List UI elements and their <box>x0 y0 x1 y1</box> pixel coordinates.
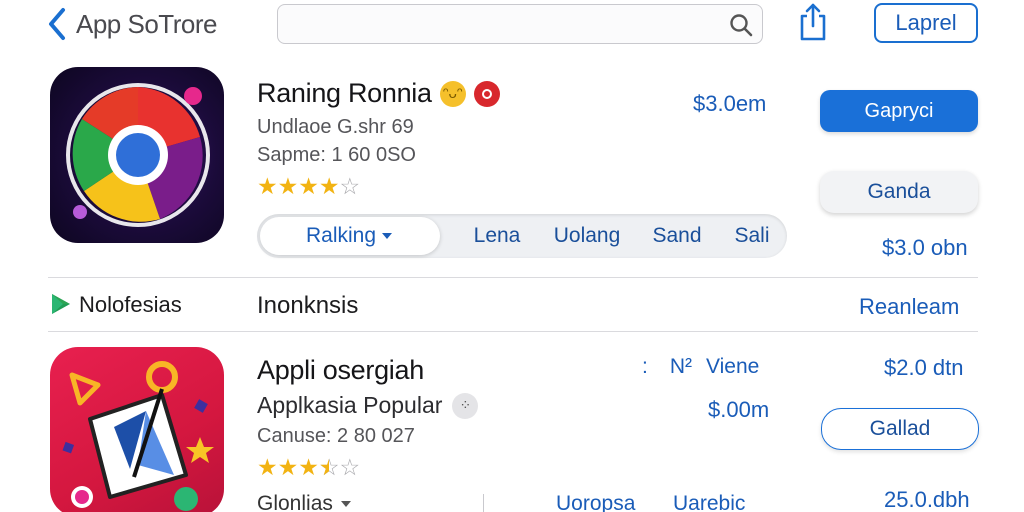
star-icon: ★ <box>257 454 278 480</box>
back-label: App SoTrore <box>76 8 217 39</box>
star-icon: ★ <box>298 173 319 199</box>
section-link[interactable]: Reanleam <box>859 294 959 320</box>
chrome-like-logo-icon <box>66 83 210 227</box>
bottom-item-1[interactable]: Uoropsa <box>556 492 635 512</box>
app2-price: $2.0 dtn <box>884 355 964 380</box>
app-icon-racing[interactable] <box>50 67 224 243</box>
tab-sand[interactable]: Sand <box>642 214 712 258</box>
app2-subtitle: Applkasia Popular <box>257 392 443 418</box>
divider <box>48 277 978 278</box>
section-left-label: Nolofesias <box>79 292 182 317</box>
tab-lena[interactable]: Lena <box>462 214 532 258</box>
art-app-logo-icon <box>62 361 214 511</box>
dots-badge-icon: ⁘ <box>452 392 479 419</box>
tab-ralking-label: Ralking <box>305 224 377 247</box>
segmented-tabs: Ralking Lena Uolang Sand Sali <box>257 214 787 258</box>
bottom-dropdown-label: Glonlias <box>257 492 333 512</box>
divider <box>483 494 484 512</box>
app2-price-alt: $.00m <box>708 397 770 422</box>
app1-primary-button[interactable]: Gapryci <box>820 90 978 132</box>
app2-size: Canuse: 2 80 027 <box>257 425 415 447</box>
divider <box>48 331 978 332</box>
app2-meta-link[interactable]: Viene <box>706 355 759 379</box>
search-input[interactable] <box>288 11 708 37</box>
app1-secondary-button[interactable]: Ganda <box>820 171 978 213</box>
bottom-item-2[interactable]: Uarebic <box>673 492 745 512</box>
star-empty-icon: ☆ <box>339 173 361 199</box>
tab-ralking[interactable]: Ralking <box>260 217 440 255</box>
app2-outline-button[interactable]: Gallad <box>821 408 979 450</box>
chevron-down-icon <box>340 501 351 507</box>
star-icon: ★ <box>277 173 299 199</box>
top-right-button[interactable]: Laprel <box>874 3 978 43</box>
bottom-dropdown[interactable]: Glonlias <box>257 492 353 512</box>
back-button[interactable]: App SoTrore <box>46 4 217 44</box>
star-icon: ★ <box>298 454 319 480</box>
section-heading: Inonknsis <box>257 292 359 319</box>
app2-price-bottom: 25.0.dbh <box>884 487 970 512</box>
app1-price-alt: $3.0 obn <box>882 235 968 260</box>
share-icon[interactable] <box>798 2 828 42</box>
search-bar[interactable] <box>277 4 763 44</box>
search-icon[interactable] <box>728 12 754 38</box>
star-icon: ★ <box>257 173 278 199</box>
chevron-left-icon <box>49 8 65 40</box>
star-icon: ★ <box>318 173 340 199</box>
app1-price: $3.0em <box>693 91 767 116</box>
app2-rating: ★ ★ ★ ☆★ ☆ <box>257 456 360 479</box>
app2-meta-mid: N² <box>669 355 693 378</box>
app-icon-popular[interactable] <box>50 347 224 512</box>
app2-title[interactable]: Appli osergiah <box>257 355 424 386</box>
app1-size: Sapme: 1 60 0SO <box>257 144 416 166</box>
app2-meta-colon: : <box>642 355 648 378</box>
star-empty-icon: ☆ <box>339 454 361 480</box>
record-badge-icon <box>473 80 500 107</box>
app1-rating: ★ ★ ★ ★ ☆ <box>257 175 360 198</box>
play-store-icon <box>52 294 70 314</box>
emoji-badge-icon: ᵔᴗᵔ <box>439 80 466 107</box>
tab-sali[interactable]: Sali <box>722 214 782 258</box>
app1-title[interactable]: Raning Ronnia <box>257 78 432 109</box>
app1-developer: Undlaoe G.shr 69 <box>257 116 414 138</box>
star-icon: ★ <box>277 454 299 480</box>
tab-uolang[interactable]: Uolang <box>537 214 637 258</box>
chevron-down-icon <box>382 233 393 239</box>
star-half-icon: ☆★ <box>318 454 340 480</box>
